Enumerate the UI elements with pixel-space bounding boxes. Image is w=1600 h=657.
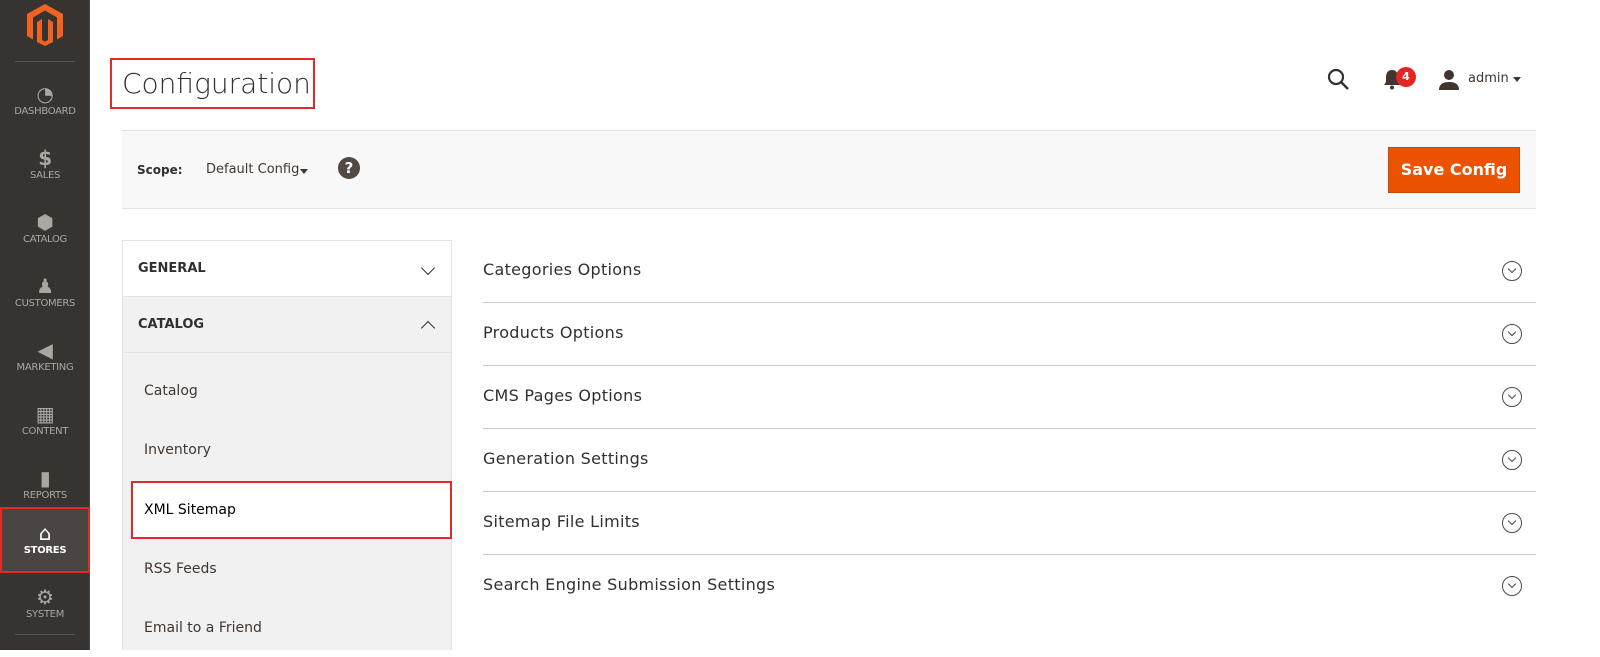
user-icon[interactable] — [1438, 68, 1460, 90]
layout-icon: ▦ — [35, 402, 55, 426]
expand-icon[interactable] — [1502, 513, 1522, 533]
sidebar: ◔ DASHBOARD $ SALES ⬢ CATALOG ♟ CUSTOMERS ◀ M… — [0, 0, 90, 650]
chevron-down-icon — [420, 260, 436, 276]
person-icon: ♟ — [36, 274, 54, 298]
caret-down-icon[interactable] — [1513, 77, 1521, 82]
tab-catalog[interactable]: Catalog — [123, 362, 451, 420]
gear-icon: ⚙ — [36, 585, 54, 609]
store-icon: ⌂ — [38, 521, 52, 545]
search-icon[interactable] — [1326, 67, 1350, 91]
nav-marketing[interactable]: ◀ MARKETING — [0, 326, 90, 390]
expand-icon[interactable] — [1502, 324, 1522, 344]
scope-label: Scope: — [137, 163, 183, 177]
section-categories-options[interactable]: Categories Options — [483, 240, 1536, 303]
expand-icon[interactable] — [1502, 450, 1522, 470]
caret-down-icon[interactable] — [300, 169, 308, 174]
section-search-engine-submission-settings[interactable]: Search Engine Submission Settings — [483, 555, 1536, 618]
magento-logo[interactable] — [27, 4, 63, 46]
nav-catalog[interactable]: ⬢ CATALOG — [0, 198, 90, 262]
chevron-up-icon — [420, 320, 436, 336]
nav-system[interactable]: ⚙ SYSTEM — [0, 573, 90, 637]
tab-group-general[interactable]: GENERAL — [123, 241, 451, 297]
config-tabs: GENERAL CATALOG Catalog Inventory XML Si… — [122, 240, 452, 650]
tab-xml-sitemap[interactable]: XML Sitemap — [131, 481, 452, 539]
nav-sales[interactable]: $ SALES — [0, 134, 90, 198]
save-config-button[interactable]: Save Config — [1388, 147, 1520, 193]
section-generation-settings[interactable]: Generation Settings — [483, 429, 1536, 492]
megaphone-icon: ◀ — [37, 338, 53, 362]
nav-dashboard[interactable]: ◔ DASHBOARD — [0, 70, 90, 134]
expand-icon[interactable] — [1502, 576, 1522, 596]
tab-rss-feeds[interactable]: RSS Feeds — [123, 540, 451, 598]
dashboard-icon: ◔ — [36, 82, 54, 106]
dollar-icon: $ — [38, 146, 52, 170]
tab-email-to-a-friend[interactable]: Email to a Friend — [123, 599, 451, 657]
scope-bar: Scope: Default Config ? Save Config — [122, 130, 1536, 209]
section-cms-pages-options[interactable]: CMS Pages Options — [483, 366, 1536, 429]
nav-stores[interactable]: ⌂ STORES — [0, 507, 90, 573]
divider — [15, 61, 75, 62]
bar-chart-icon: ▮ — [39, 466, 51, 490]
nav-content[interactable]: ▦ CONTENT — [0, 390, 90, 454]
page-title: Configuration — [122, 67, 311, 100]
section-sitemap-file-limits[interactable]: Sitemap File Limits — [483, 492, 1536, 555]
box-icon: ⬢ — [36, 210, 54, 234]
expand-icon[interactable] — [1502, 387, 1522, 407]
help-icon[interactable]: ? — [338, 157, 360, 179]
tab-group-catalog[interactable]: CATALOG — [123, 297, 451, 353]
tab-inventory[interactable]: Inventory — [123, 421, 451, 479]
nav-customers[interactable]: ♟ CUSTOMERS — [0, 262, 90, 326]
expand-icon[interactable] — [1502, 261, 1522, 281]
user-menu[interactable]: admin — [1468, 71, 1509, 86]
divider — [15, 634, 75, 635]
scope-switcher[interactable]: Default Config — [206, 162, 299, 177]
section-products-options[interactable]: Products Options — [483, 303, 1536, 366]
notification-badge[interactable]: 4 — [1396, 67, 1416, 87]
